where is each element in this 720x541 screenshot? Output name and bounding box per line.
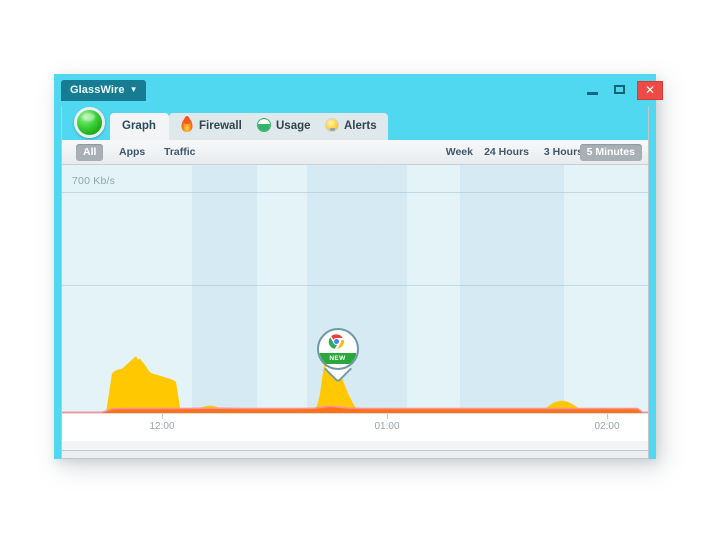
menu-label: GlassWire — [70, 84, 125, 96]
window-titlebar: GlassWire ▼ ✕ — [54, 74, 663, 106]
minimize-icon — [587, 92, 598, 95]
filter-toolbar: All Apps Traffic Week 24 Hours 3 Hours 5… — [62, 140, 648, 165]
x-axis-tick-label: 02:00 — [594, 421, 620, 432]
window-client-area: Graph Firewall Usage Alerts All Apps Tra… — [61, 106, 649, 451]
x-axis-tick — [607, 414, 608, 419]
chrome-icon — [328, 333, 345, 350]
window-footer — [61, 451, 649, 459]
filter-apps[interactable]: Apps — [112, 144, 152, 161]
tab-graph-label: Graph — [122, 120, 156, 132]
app-marker-pin[interactable]: NEW — [317, 328, 359, 384]
filter-traffic[interactable]: Traffic — [157, 144, 203, 161]
tab-firewall[interactable]: Firewall — [169, 113, 253, 140]
range-5-minutes[interactable]: 5 Minutes — [579, 144, 642, 161]
tab-strip: Graph Firewall Usage Alerts — [62, 106, 648, 140]
tab-usage[interactable]: Usage — [246, 113, 322, 140]
glasswire-orb-icon — [74, 107, 105, 138]
flame-icon — [181, 116, 193, 132]
x-axis-tick-label: 01:00 — [374, 421, 400, 432]
tab-alerts[interactable]: Alerts — [314, 113, 388, 140]
filter-all[interactable]: All — [76, 144, 104, 161]
graph-plot-area: 700 Kb/s NEW — [62, 165, 648, 413]
tab-graph[interactable]: Graph — [110, 113, 169, 140]
tab-usage-label: Usage — [276, 120, 311, 132]
x-axis-tick — [387, 414, 388, 419]
close-button[interactable]: ✕ — [637, 81, 663, 100]
x-axis: 12:00 01:00 02:00 — [62, 413, 648, 441]
close-icon: ✕ — [644, 83, 656, 97]
pie-circle-icon — [257, 118, 271, 132]
lightbulb-icon — [325, 118, 339, 132]
range-24-hours[interactable]: 24 Hours — [477, 144, 536, 161]
screenshot-stage: GlassWire ▼ ✕ Graph Firewall Usage Alert… — [0, 0, 720, 541]
tab-alerts-label: Alerts — [344, 120, 377, 132]
minimize-button[interactable] — [583, 82, 603, 100]
chevron-down-icon: ▼ — [129, 85, 138, 94]
maximize-button[interactable] — [611, 82, 631, 100]
x-axis-tick-label: 12:00 — [149, 421, 175, 432]
x-axis-tick — [162, 414, 163, 419]
tab-firewall-label: Firewall — [199, 120, 242, 132]
network-graph[interactable]: 700 Kb/s NEW 12:00 01:00 02:00 — [62, 165, 648, 441]
glasswire-window: GlassWire ▼ ✕ Graph Firewall Usage Alert… — [54, 74, 663, 459]
new-badge: NEW — [319, 353, 356, 364]
range-week[interactable]: Week — [439, 144, 480, 161]
glasswire-menu-button[interactable]: GlassWire ▼ — [61, 80, 146, 101]
maximize-icon — [614, 85, 625, 94]
